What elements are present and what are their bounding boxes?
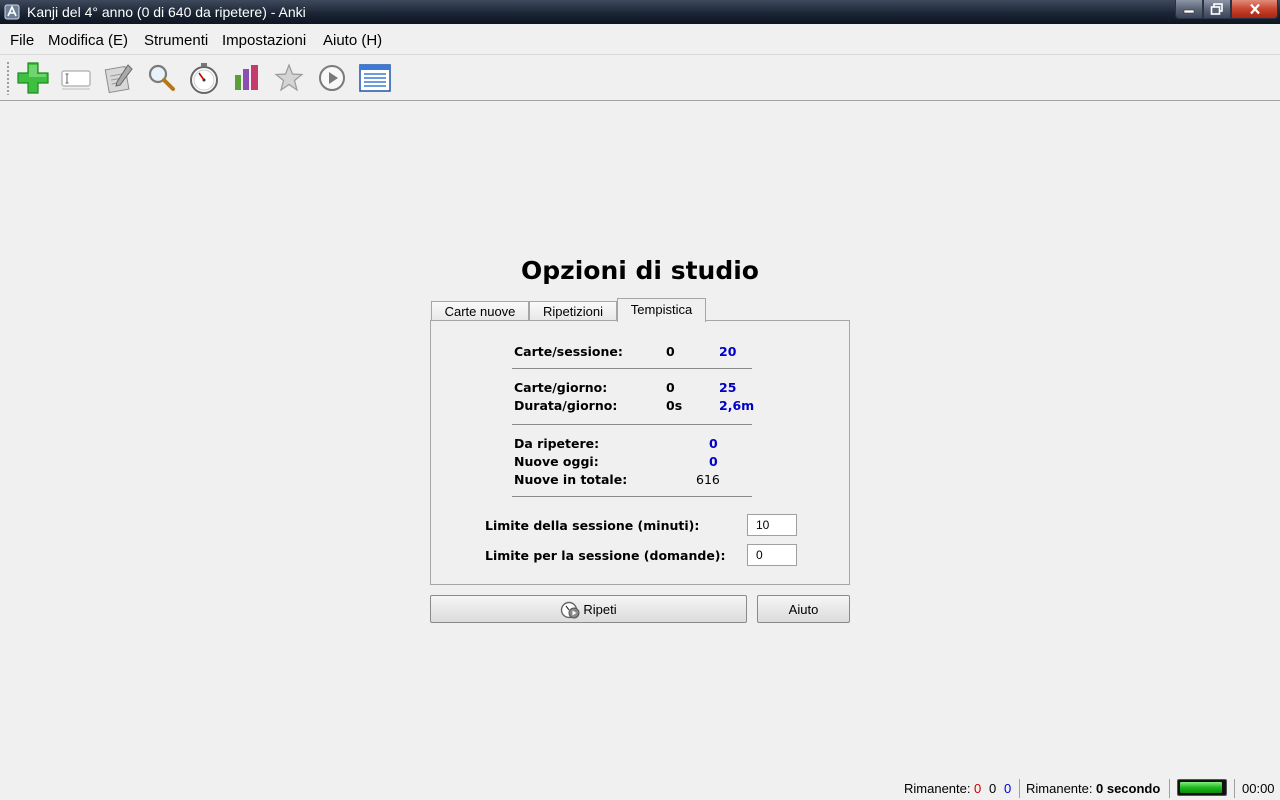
close-icon — [1249, 3, 1260, 15]
window-title: Kanji del 4° anno (0 di 640 da ripetere)… — [27, 4, 306, 20]
list-icon — [359, 64, 391, 92]
remaining-time-value: 0 secondo — [1096, 781, 1161, 796]
remaining-count-blue: 0 — [1004, 781, 1012, 796]
duration-done: 0s — [666, 398, 683, 413]
new-today-label: Nuove oggi: — [514, 454, 599, 469]
edit-notes-icon — [104, 64, 133, 94]
session-questions-label: Limite per la sessione (domande): — [485, 548, 726, 563]
close-button[interactable] — [1231, 0, 1278, 19]
toolbar — [0, 55, 1280, 101]
due-value: 0 — [709, 436, 718, 451]
timer-icon — [190, 63, 218, 94]
stats-icon — [235, 65, 258, 90]
anki-app-icon[interactable] — [4, 4, 20, 20]
remaining-count-red: 0 — [974, 781, 982, 796]
remaining-time-label: Rimanente: — [1026, 781, 1093, 796]
duration-label: Durata/giorno: — [514, 398, 618, 413]
restore-button[interactable] — [1203, 0, 1231, 19]
window-controls — [1175, 0, 1278, 20]
restore-icon — [1210, 3, 1223, 15]
menu-impostazioni[interactable]: Impostazioni — [222, 32, 306, 49]
session-label: Carte/sessione: — [514, 344, 623, 359]
search-button[interactable] — [144, 61, 178, 95]
menu-modifica[interactable]: Modifica (E) — [48, 32, 128, 49]
play-button[interactable] — [315, 61, 349, 95]
day-goal: 25 — [719, 380, 737, 395]
tab-ripetizioni[interactable]: Ripetizioni — [529, 301, 617, 322]
separator — [512, 368, 752, 369]
star-icon — [274, 63, 304, 92]
status-bar: Rimanente: 0 0 0 Rimanente: 0 secondo 00… — [0, 777, 1280, 800]
toolbar-grip[interactable] — [6, 61, 10, 95]
session-minutes-input[interactable]: 10 — [747, 514, 797, 536]
browse-button[interactable] — [358, 61, 392, 95]
menu-bar: File Modifica (E) Strumenti Impostazioni… — [0, 24, 1280, 55]
page-title: Opzioni di studio — [521, 256, 759, 285]
status-divider — [1169, 779, 1170, 798]
help-button-label: Aiuto — [788, 601, 819, 617]
new-today-value: 0 — [709, 454, 718, 469]
progress-bar-fill — [1180, 782, 1222, 793]
review-button-label: Ripeti — [583, 601, 617, 617]
tab-carte-nuove[interactable]: Carte nuove — [431, 301, 529, 322]
timer-button[interactable] — [187, 61, 221, 95]
duration-goal: 2,6m — [719, 398, 755, 413]
add-icon — [17, 62, 49, 94]
session-questions-input[interactable]: 0 — [747, 544, 797, 566]
deck-button[interactable] — [59, 61, 93, 95]
review-clock-icon — [561, 601, 580, 619]
add-button[interactable] — [16, 61, 50, 95]
separator — [512, 496, 752, 497]
minimize-icon — [1183, 9, 1195, 14]
edit-button[interactable] — [102, 61, 136, 95]
favorite-button[interactable] — [272, 61, 306, 95]
due-label: Da ripetere: — [514, 436, 600, 451]
menu-file[interactable]: File — [10, 32, 34, 49]
search-icon — [148, 64, 175, 91]
menu-strumenti[interactable]: Strumenti — [144, 32, 208, 49]
deck-input-icon — [61, 70, 91, 90]
remaining-cards-label: Rimanente: — [904, 781, 971, 796]
help-button[interactable]: Aiuto — [757, 595, 850, 623]
progress-bar — [1177, 779, 1227, 796]
stats-button[interactable] — [230, 61, 264, 95]
session-minutes-label: Limite della sessione (minuti): — [485, 518, 700, 533]
session-done: 0 — [666, 344, 675, 359]
remaining-count-black: 0 — [989, 781, 997, 796]
session-goal: 20 — [719, 344, 737, 359]
menu-aiuto[interactable]: Aiuto (H) — [323, 32, 382, 49]
timing-panel: Carte/sessione: 0 20 Carte/giorno: 0 25 … — [430, 320, 850, 585]
day-label: Carte/giorno: — [514, 380, 608, 395]
separator — [512, 424, 752, 425]
new-total-value: 616 — [696, 472, 720, 487]
play-icon — [319, 65, 345, 91]
new-total-label: Nuove in totale: — [514, 472, 628, 487]
status-divider — [1019, 779, 1020, 798]
day-done: 0 — [666, 380, 675, 395]
tab-tempistica[interactable]: Tempistica — [617, 298, 706, 322]
status-divider — [1234, 779, 1235, 798]
title-bar: Kanji del 4° anno (0 di 640 da ripetere)… — [0, 0, 1280, 24]
review-button[interactable]: Ripeti — [430, 595, 747, 623]
session-clock: 00:00 — [1242, 781, 1275, 796]
minimize-button[interactable] — [1175, 0, 1203, 19]
